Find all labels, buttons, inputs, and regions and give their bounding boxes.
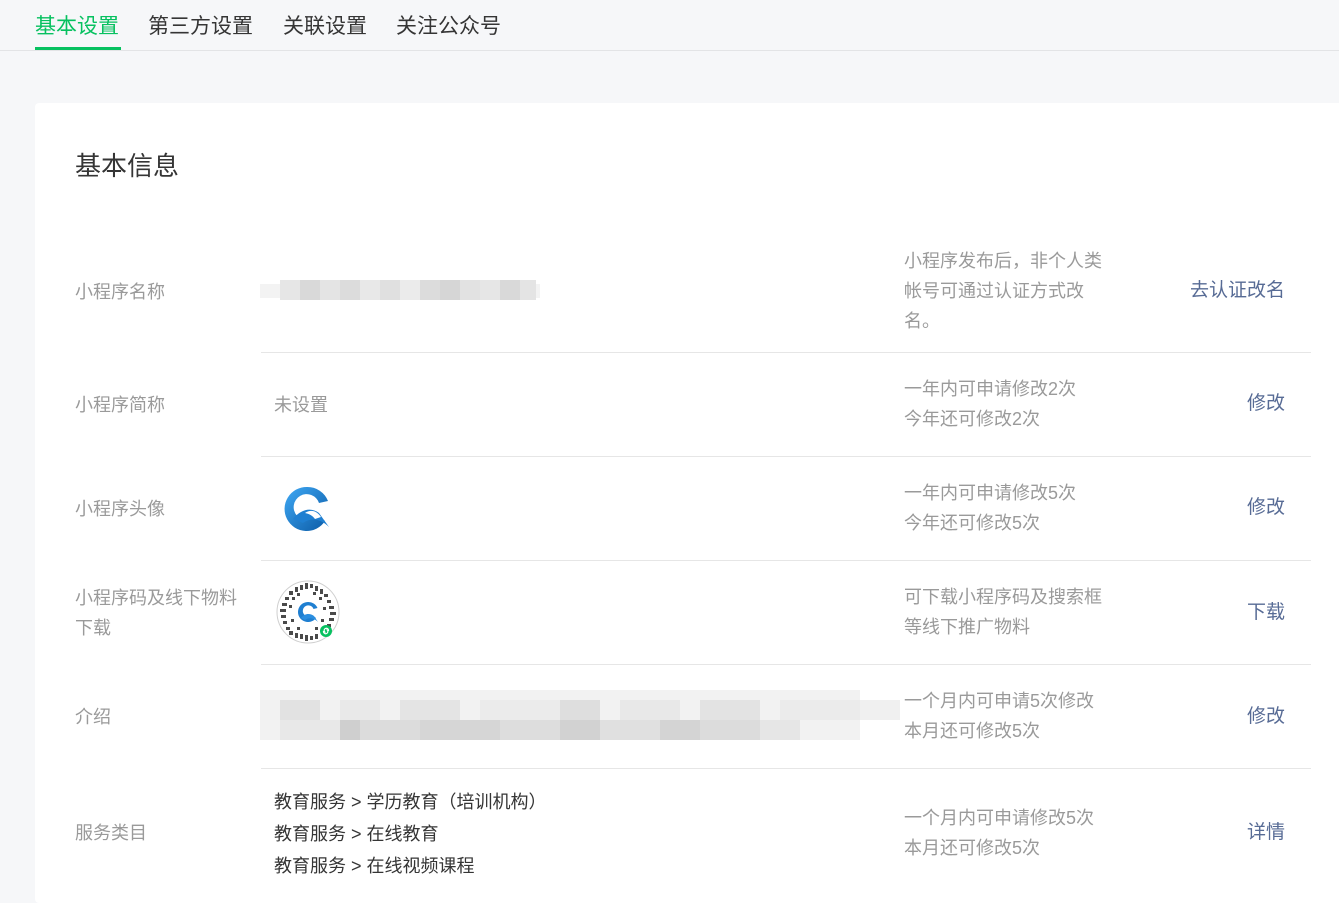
edit-intro-link[interactable]: 修改 — [1247, 702, 1285, 732]
category-item: 教育服务 > 学历教育（培训机构） — [274, 792, 547, 812]
row-mini-program-code: 小程序码及线下物料 下载 可下载小程序码及搜索框 等线下推广物料 下载 — [35, 561, 1339, 664]
row-tip: 一个月内可申请修改5次 本月还可修改5次 — [904, 803, 1119, 863]
category-list: 教育服务 > 学历教育（培训机构） 教育服务 > 在线教育 教育服务 > 在线视… — [274, 786, 547, 882]
row-label: 小程序头像 — [75, 499, 165, 519]
tab-association-settings[interactable]: 关联设置 — [283, 12, 367, 48]
basic-info-card: 基本信息 小程序名称 小程序发布后，非个人类帐号可通过认证方式改名。 去认证改名… — [35, 103, 1339, 903]
certify-rename-link[interactable]: 去认证改名 — [1190, 276, 1285, 306]
tip-line: 今年还可修改2次 — [904, 409, 1041, 429]
tip-line: 可下载小程序码及搜索框 — [904, 587, 1102, 607]
tab-follow-official-account[interactable]: 关注公众号 — [396, 12, 501, 48]
tab-third-party-settings[interactable]: 第三方设置 — [148, 12, 253, 48]
row-label: 介绍 — [75, 707, 111, 727]
tip-line: 一年内可申请修改2次 — [904, 379, 1077, 399]
download-code-link[interactable]: 下载 — [1247, 598, 1285, 628]
row-avatar: 小程序头像 一年内可申请修改5次 今年还可修改5次 修改 — [35, 457, 1339, 560]
row-tip: 可下载小程序码及搜索框 等线下推广物料 — [904, 582, 1119, 642]
row-tip: 一年内可申请修改5次 今年还可修改5次 — [904, 478, 1119, 538]
row-label: 小程序简称 — [75, 395, 165, 415]
label-line: 下载 — [75, 618, 111, 638]
tip-line: 今年还可修改5次 — [904, 513, 1041, 533]
tip-line: 本月还可修改5次 — [904, 721, 1041, 741]
tip-line: 一个月内可申请5次修改 — [904, 691, 1095, 711]
row-label: 小程序名称 — [75, 282, 165, 302]
edit-avatar-link[interactable]: 修改 — [1247, 493, 1285, 523]
settings-tabs: 基本设置 第三方设置 关联设置 关注公众号 — [0, 0, 1339, 51]
row-label: 服务类目 — [75, 823, 147, 843]
row-tip: 一年内可申请修改2次 今年还可修改2次 — [904, 374, 1119, 434]
tip-line: 等线下推广物料 — [904, 617, 1030, 637]
row-label: 小程序码及线下物料 下载 — [75, 583, 255, 643]
section-title: 基本信息 — [75, 151, 180, 181]
tip-line: 一个月内可申请修改5次 — [904, 808, 1095, 828]
short-name-value: 未设置 — [274, 395, 328, 415]
row-app-name: 小程序名称 小程序发布后，非个人类帐号可通过认证方式改名。 去认证改名 — [35, 243, 1339, 353]
redacted-intro-value — [260, 680, 920, 755]
edit-short-name-link[interactable]: 修改 — [1247, 389, 1285, 419]
row-intro: 介绍 一个月内可申请5次修改 本月还可修改5次 修改 — [35, 665, 1339, 768]
category-item: 教育服务 > 在线视频课程 — [274, 856, 475, 876]
mini-program-code-icon — [276, 580, 340, 644]
category-details-link[interactable]: 详情 — [1247, 818, 1285, 848]
row-tip: 一个月内可申请5次修改 本月还可修改5次 — [904, 686, 1119, 746]
label-line: 小程序码及线下物料 — [75, 588, 237, 608]
redacted-name-value — [260, 280, 540, 300]
category-item: 教育服务 > 在线教育 — [274, 824, 439, 844]
tip-line: 本月还可修改5次 — [904, 838, 1041, 858]
app-logo-icon — [284, 486, 329, 531]
tab-basic-settings[interactable]: 基本设置 — [35, 12, 121, 50]
tip-line: 一年内可申请修改5次 — [904, 483, 1077, 503]
row-short-name: 小程序简称 未设置 一年内可申请修改2次 今年还可修改2次 修改 — [35, 353, 1339, 456]
row-tip: 小程序发布后，非个人类帐号可通过认证方式改名。 — [904, 251, 1102, 331]
row-service-category: 服务类目 教育服务 > 学历教育（培训机构） 教育服务 > 在线教育 教育服务 … — [35, 769, 1339, 899]
